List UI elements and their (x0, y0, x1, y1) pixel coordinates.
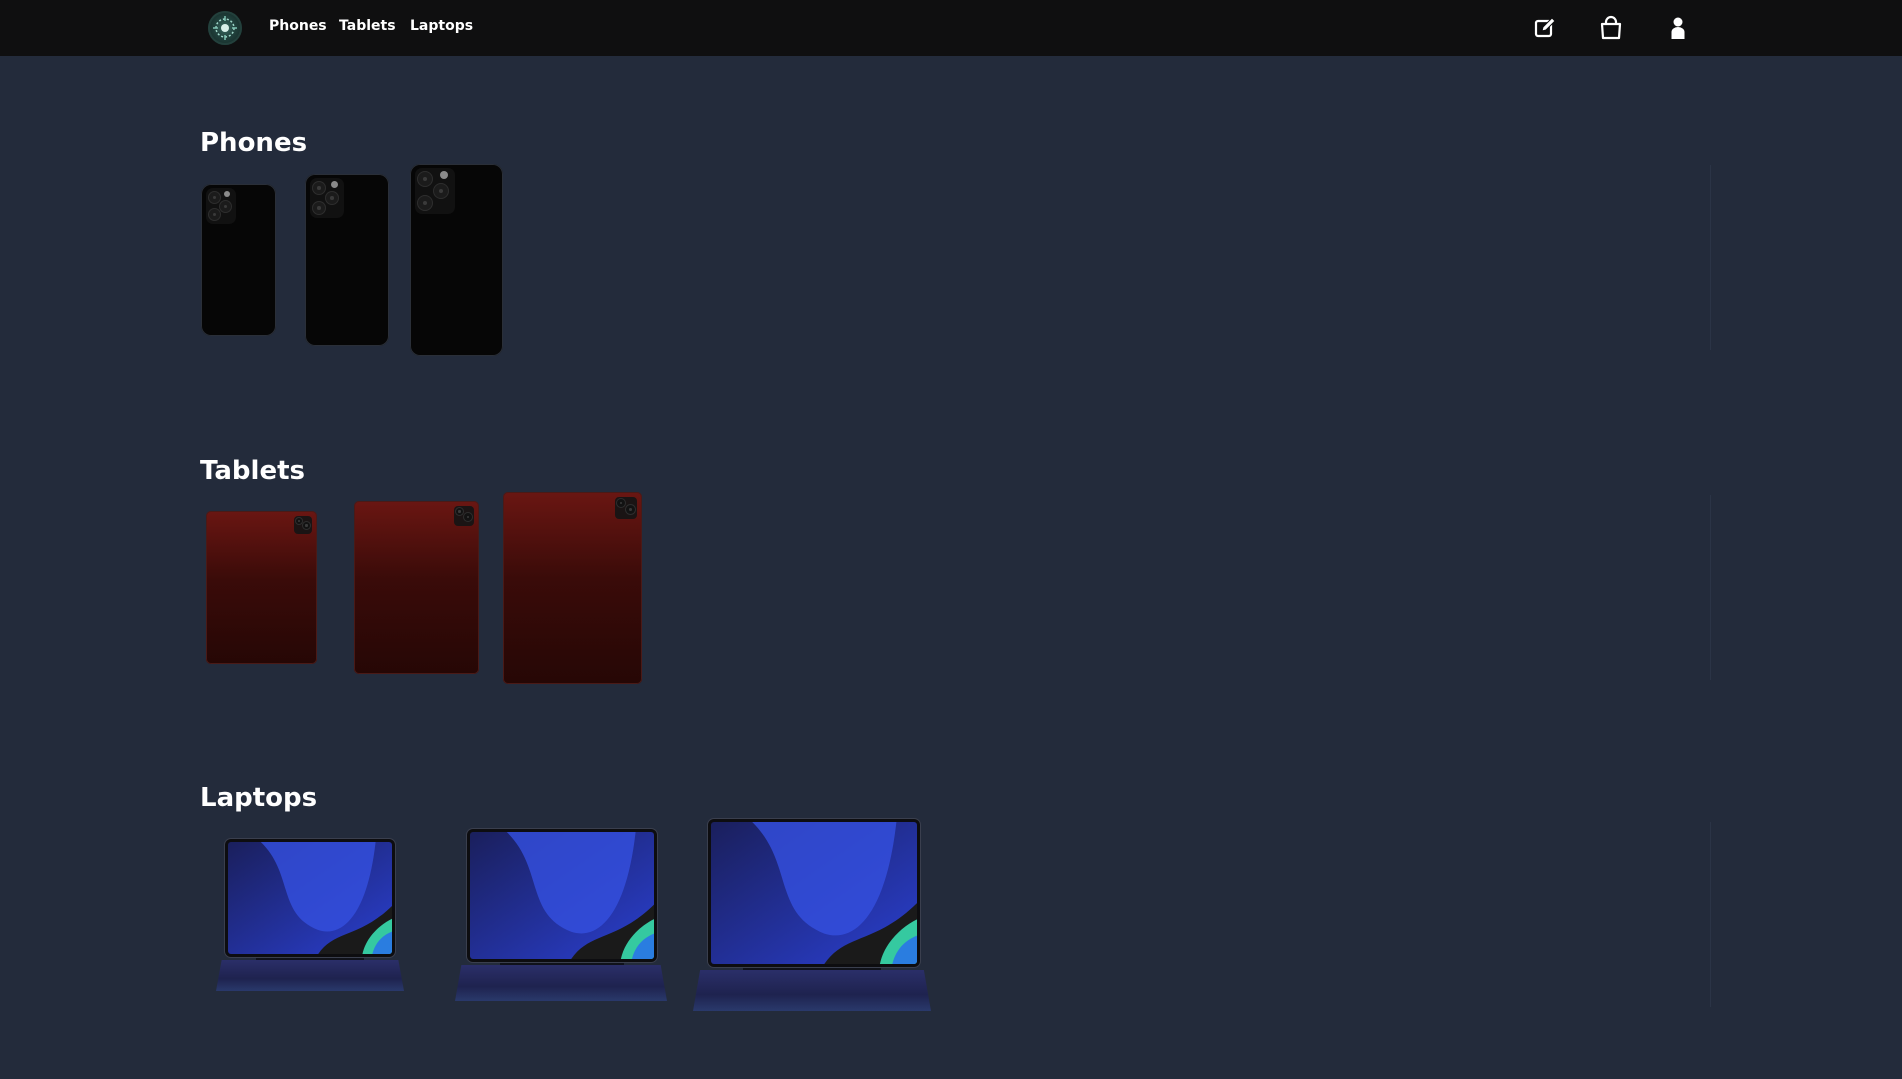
user-icon[interactable] (1664, 14, 1692, 42)
brand-logo[interactable] (208, 11, 242, 45)
laptop-screen (467, 829, 657, 962)
laptop-keyboard-base (455, 965, 667, 1001)
laptop-screen (225, 839, 395, 957)
row-divider (1710, 165, 1711, 350)
tablet-large[interactable] (503, 492, 642, 684)
phone-medium[interactable] (305, 174, 389, 346)
phone-small[interactable] (201, 184, 276, 336)
shopping-bag-icon[interactable] (1597, 14, 1625, 42)
camera-cluster (310, 178, 344, 218)
row-divider (1710, 495, 1711, 680)
laptop-large[interactable] (693, 819, 931, 1011)
nav-link-phones[interactable]: Phones (269, 18, 327, 34)
wallpaper-image (711, 822, 917, 964)
laptop-keyboard-base (693, 970, 931, 1011)
camera-cluster (206, 188, 236, 224)
top-navigation-bar: Phones Tablets Laptops (0, 0, 1902, 56)
section-title-laptops: Laptops (200, 783, 318, 813)
edit-icon[interactable] (1531, 14, 1559, 42)
wallpaper-image (228, 842, 392, 954)
row-divider (1710, 822, 1711, 1007)
laptop-keyboard-base (216, 960, 404, 991)
logo-icon (213, 16, 237, 40)
laptop-screen (708, 819, 920, 967)
section-title-phones: Phones (200, 128, 308, 158)
tablet-medium[interactable] (354, 501, 479, 674)
tablet-small[interactable] (206, 511, 317, 664)
wallpaper-image (470, 832, 654, 959)
section-title-tablets: Tablets (200, 456, 305, 486)
laptop-small[interactable] (216, 839, 404, 991)
nav-link-tablets[interactable]: Tablets (339, 18, 396, 34)
camera-cluster (294, 516, 312, 534)
camera-cluster (615, 497, 637, 519)
laptop-medium[interactable] (455, 829, 667, 1001)
phone-large[interactable] (410, 164, 503, 356)
nav-link-laptops[interactable]: Laptops (410, 18, 473, 34)
camera-cluster (415, 168, 455, 214)
camera-cluster (454, 506, 474, 526)
